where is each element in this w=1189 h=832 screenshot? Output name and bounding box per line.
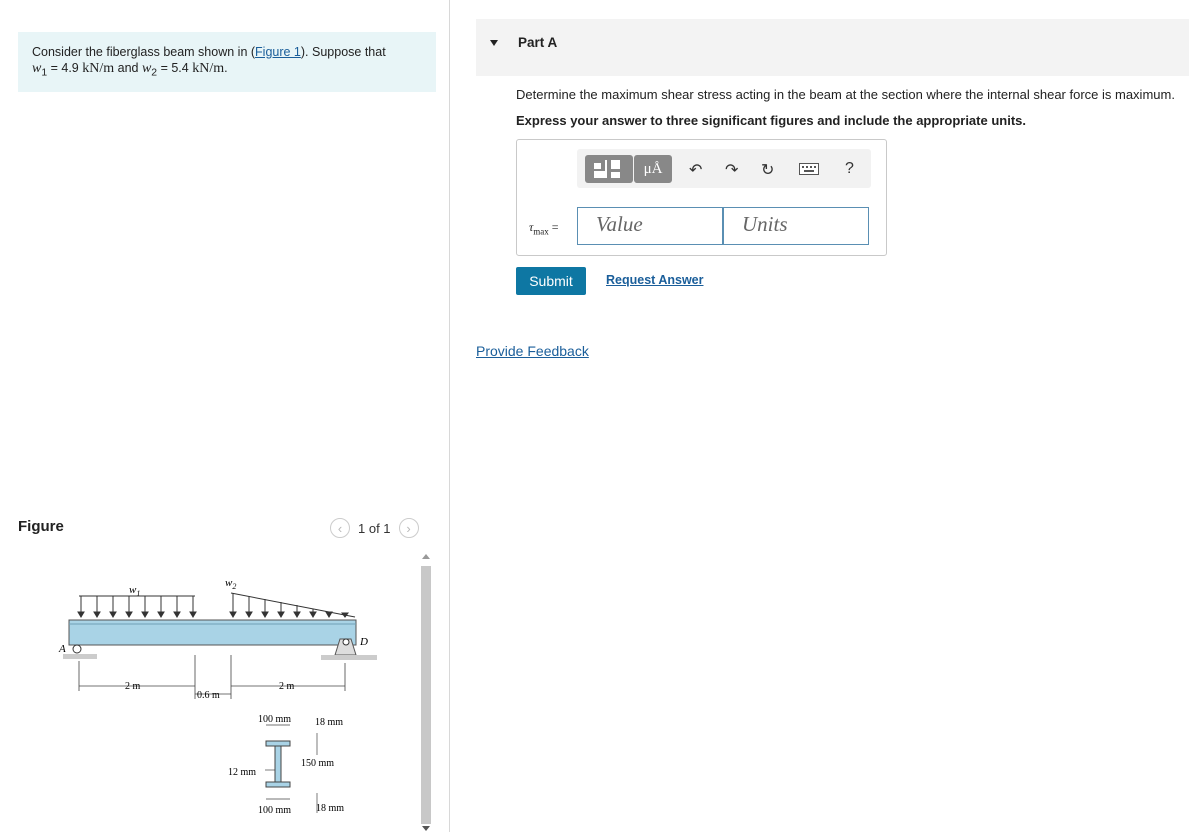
- pane-divider: [449, 0, 450, 832]
- provide-feedback-link[interactable]: Provide Feedback: [476, 343, 589, 359]
- dim-2m-left: 2 m: [125, 681, 141, 692]
- chevron-left-icon[interactable]: ‹: [330, 518, 350, 538]
- label-A: A: [58, 643, 66, 655]
- math-toolbar: μÅ ↶ ↷ ↻ ?: [577, 149, 871, 188]
- help-icon[interactable]: ?: [845, 160, 854, 178]
- w2-label: w2: [225, 577, 236, 591]
- dim-150mm: 150 mm: [301, 758, 334, 769]
- scroll-thumb[interactable]: [421, 566, 431, 824]
- w1-label: w1: [129, 584, 140, 598]
- dim-100mm-top: 100 mm: [258, 714, 291, 725]
- pager-text: 1 of 1: [358, 520, 391, 536]
- value-input[interactable]: Value: [577, 207, 723, 245]
- units-input[interactable]: Units: [723, 207, 869, 245]
- figure-scrollbar[interactable]: [419, 550, 433, 832]
- figure-title: Figure: [18, 518, 64, 535]
- request-answer-link[interactable]: Request Answer: [606, 273, 703, 287]
- units-icon[interactable]: μÅ: [634, 155, 672, 183]
- dim-18mm-bottom: 18 mm: [316, 803, 344, 814]
- instruction-text: Express your answer to three significant…: [516, 113, 1026, 128]
- submit-button[interactable]: Submit: [516, 267, 586, 295]
- figure-pager: ‹ 1 of 1 ›: [330, 518, 419, 538]
- beam-figure: w1 w2 A D 2 m 0.6 m 2 m 100 mm 18 mm 150…: [58, 577, 377, 816]
- problem-statement: Consider the fiberglass beam shown in (F…: [18, 32, 436, 92]
- keyboard-icon[interactable]: [799, 162, 819, 180]
- scroll-down-icon[interactable]: [422, 826, 430, 831]
- dim-0-6m: 0.6 m: [197, 690, 220, 701]
- label-D: D: [359, 636, 368, 648]
- question-text: Determine the maximum shear stress actin…: [516, 87, 1175, 102]
- part-label: Part A: [518, 35, 558, 50]
- dim-12mm: 12 mm: [228, 767, 256, 778]
- dim-100mm-bottom: 100 mm: [258, 805, 291, 816]
- answer-box: μÅ ↶ ↷ ↻ ? τmax = Value Units: [516, 139, 887, 256]
- tau-max-label: τmax =: [529, 220, 559, 237]
- left-pane: Consider the fiberglass beam shown in (F…: [0, 0, 449, 832]
- templates-icon[interactable]: [585, 155, 633, 183]
- part-header[interactable]: Part A: [476, 19, 1189, 76]
- figure-link[interactable]: Figure 1: [255, 45, 301, 59]
- scroll-up-icon[interactable]: [422, 554, 430, 559]
- dim-18mm-top: 18 mm: [315, 717, 343, 728]
- reset-icon[interactable]: ↻: [761, 160, 774, 180]
- chevron-right-icon[interactable]: ›: [398, 518, 419, 538]
- undo-icon[interactable]: ↶: [689, 160, 702, 180]
- collapse-triangle-icon[interactable]: [490, 40, 498, 46]
- dim-2m-right: 2 m: [279, 681, 295, 692]
- redo-icon[interactable]: ↷: [725, 160, 738, 180]
